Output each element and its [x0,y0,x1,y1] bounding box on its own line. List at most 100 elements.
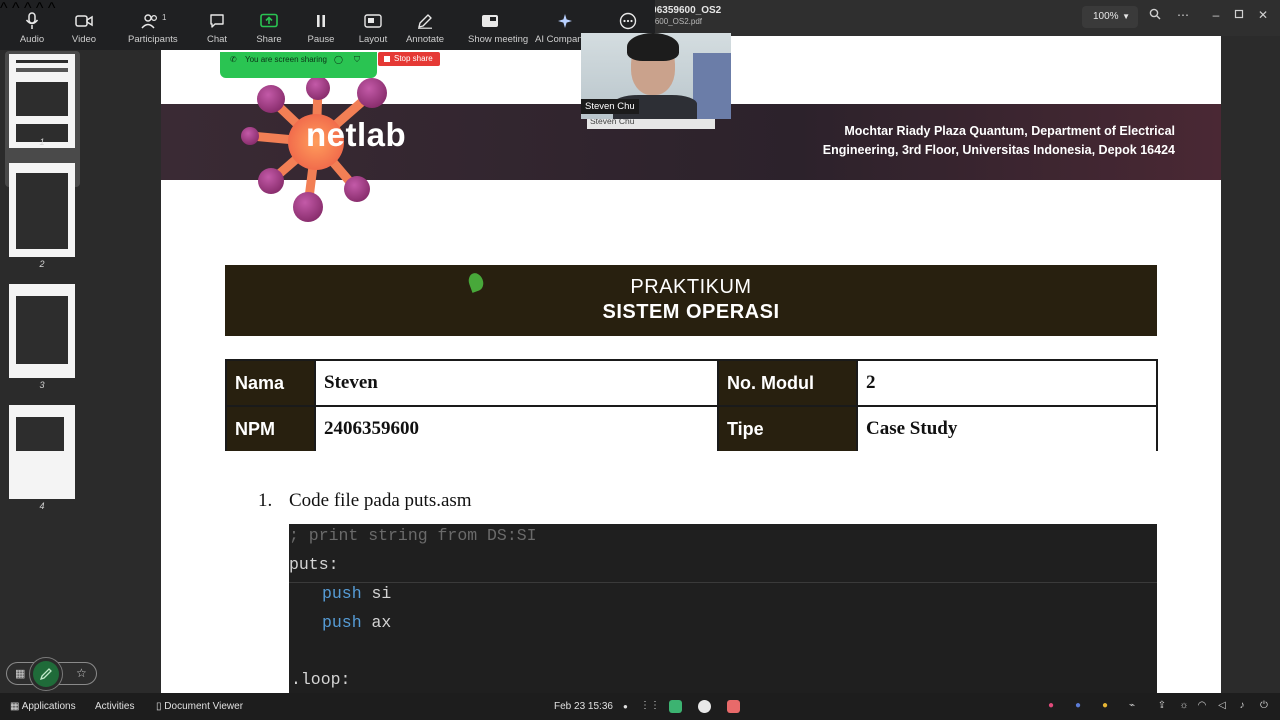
question-text: Code file pada puts.asm [289,490,472,511]
search-icon[interactable] [1146,8,1164,23]
participant-name: Steven Chu [581,99,639,114]
pause-icon [309,11,333,31]
phone-icon: ✆ [230,55,237,64]
video-label: Video [71,34,97,45]
code-comment: ; print string from DS:SI [289,526,537,545]
chevron-up-icon[interactable]: ^ [0,0,8,17]
zoom-level-dropdown[interactable]: 100% ▼ [1082,6,1138,28]
thumbnail-label: 2 [39,259,45,269]
participants-icon [138,11,162,31]
share-tray-icon[interactable]: ⇪ [1156,700,1168,712]
npm-label: NPM [227,407,314,451]
modul-value: 2 [856,361,1156,405]
system-taskbar: ▦ Applications Activities ▯ Document Vie… [0,693,1280,720]
student-info-table: Nama Steven No. Modul 2 NPM 2406359600 T… [225,359,1158,451]
code-label-puts: puts: [289,555,339,574]
question-number: 1. [258,490,273,511]
share-screen-icon [257,11,281,31]
files-icon[interactable] [669,700,682,713]
document-viewer-taskitem[interactable]: ▯ Document Viewer [156,693,243,720]
thumbnail-label: 1 [39,137,45,147]
clock[interactable]: Feb 23 15:36 [554,693,613,720]
applications-label: Applications [21,701,76,712]
thumbnail-page-4[interactable] [9,405,75,499]
code-arg: ax [361,613,392,632]
chrome-tray-icon[interactable]: ● [1099,700,1111,712]
video-button[interactable]: Video [72,0,96,50]
code-line-push-si: push si [322,581,391,610]
minimize-icon[interactable]: – [1207,8,1225,22]
chevron-down-icon: ▼ [1122,12,1130,21]
chevron-up-icon[interactable]: ^ [12,0,20,17]
audio-button[interactable]: Audio [20,0,44,50]
code-arg: si [361,584,392,603]
layout-icon [361,11,385,31]
chat-label: Chat [206,34,228,45]
document-viewer-icon[interactable] [727,700,740,713]
show-meeting-label: Show meeting [468,34,529,45]
sparkle-icon [553,11,577,31]
maximize-icon[interactable] [1230,8,1248,22]
chat-button[interactable]: Chat [205,0,229,50]
chevron-up-icon[interactable]: ^ [48,0,56,17]
annotate-pen-button[interactable] [29,657,63,691]
code-block: ; print string from DS:SI puts: push si … [289,524,1157,693]
participants-button[interactable]: Participants [128,0,178,50]
address-line-1: Mochtar Riady Plaza Quantum, Department … [844,124,1175,138]
question-heading: 1. Code file pada puts.asm [258,490,472,512]
code-keyword: push [322,584,362,603]
layout-button[interactable]: Layout [359,0,387,50]
thumbnail-page-1[interactable] [9,54,75,148]
volume-icon[interactable]: ◁ [1216,700,1228,712]
tipe-value: Case Study [856,407,1156,451]
camera-icon [72,11,96,31]
menu-dots-icon[interactable]: ⋯ [1174,8,1192,22]
zoom-tray-icon[interactable]: ● [1072,700,1084,712]
code-label-loop: .loop: [291,670,351,689]
app-grid-icon[interactable]: ⋮⋮ [640,700,660,712]
stop-share-label: Stop share [394,54,433,63]
activities-button[interactable]: Activities [95,693,134,720]
pause-button[interactable]: Pause [308,0,334,50]
stop-share-button[interactable]: Stop share [378,52,440,66]
microphone-tray-icon[interactable]: ♪ [1236,700,1248,712]
stop-icon [384,56,390,62]
zoom-meeting-toolbar: Audio ^ Video ^ Participants 1 ^ Chat ^ … [0,0,655,50]
ai-companion-button[interactable]: AI Companion [535,0,595,50]
title-line-1: PRAKTIKUM [630,276,752,298]
brightness-icon[interactable]: ☼ [1178,700,1190,712]
show-meeting-button[interactable]: Show meeting [468,0,528,50]
title-line-2: SISTEM OPERASI [602,301,780,323]
wifi-icon[interactable]: ◠ [1196,700,1208,712]
annotate-label: Annotate [405,34,445,45]
share-button[interactable]: Share [256,0,282,50]
tray-app-icon[interactable]: ● [1045,700,1057,712]
grid-icon[interactable]: ▦ [15,667,25,680]
close-icon[interactable]: ✕ [1254,8,1272,22]
thumbnail-page-2[interactable] [9,163,75,257]
code-keyword: push [322,613,362,632]
document-viewer-label: Document Viewer [164,701,244,712]
pen-icon [33,661,59,687]
modul-label: No. Modul [717,361,856,405]
annotate-button[interactable]: Annotate [406,0,444,50]
microphone-icon [20,11,44,31]
chrome-icon[interactable] [698,700,711,713]
power-icon[interactable]: ⏻ [1258,700,1270,712]
applications-menu[interactable]: ▦ Applications [10,693,76,720]
screen-sharing-indicator[interactable]: ✆ You are screen sharing ◯ ⛉ [220,52,377,78]
code-line-push-ax: push ax [322,610,391,639]
npm-value: 2406359600 [314,407,717,451]
window-icon [478,11,502,31]
pencil-icon [413,11,437,31]
video-background-object [693,53,731,119]
shield-icon: ⛉ [354,55,360,64]
screen-sharing-text: You are screen sharing [245,55,327,64]
letterhead-address: Mochtar Riady Plaza Quantum, Department … [715,122,1175,160]
document-icon: ▯ [156,701,162,712]
document-title-box: PRAKTIKUM SISTEM OPERASI [225,265,1157,336]
participants-label: Participants [128,34,178,45]
star-icon[interactable]: ☆ [76,666,87,680]
tray-indicator-icon[interactable]: ⌁ [1126,700,1138,712]
thumbnail-page-3[interactable] [9,284,75,378]
